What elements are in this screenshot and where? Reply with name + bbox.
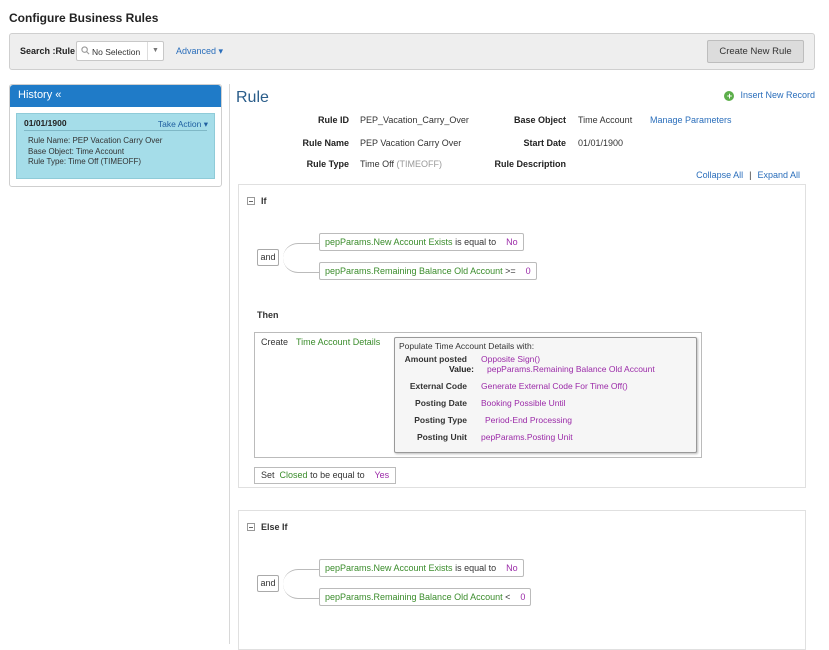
connector-lines [283,243,323,273]
start-date-label: Start Date [523,138,566,148]
condition-field: pepParams.New Account Exists [325,237,453,247]
collapse-icon[interactable] [247,197,255,205]
populate-value: pepParams.Posting Unit [481,432,573,442]
base-object-label: Base Object [513,115,566,125]
if-text: If [261,196,267,206]
condition-value: 0 [520,592,526,602]
populate-value: Booking Possible Until [481,398,566,408]
condition-field: pepParams.New Account Exists [325,563,453,573]
base-object-value: Time Account [578,115,633,125]
divider [24,130,207,131]
collapse-all-link[interactable]: Collapse All [696,170,743,180]
set-value: Yes [374,470,390,480]
collapse-expand-links: Collapse All | Expand All [696,170,800,180]
history-card[interactable]: 01/01/1900 Take Action ▾ Rule Name: PEP … [16,113,215,179]
condition-value: No [506,237,518,247]
rule-selector[interactable]: No Selection ▼ [76,41,164,61]
if-panel: If and pepParams.New Account Exists is e… [238,184,806,488]
populate-key: Posting Date [415,398,467,408]
if-condition-1[interactable]: pepParams.New Account Exists is equal to… [319,233,524,251]
connector-lines [283,569,323,599]
else-if-and-operator[interactable]: and [257,575,279,592]
populate-key: Amount posted [404,354,467,364]
advanced-label: Advanced [176,46,217,56]
populate-title: Populate Time Account Details with: [399,341,535,351]
manage-parameters-link[interactable]: Manage Parameters [650,115,732,125]
start-date-field: Start Date 01/01/1900 [230,138,650,150]
base-object-field: Base Object Time Account [230,115,650,127]
else-if-label[interactable]: Else If [247,522,288,532]
condition-op: < [505,592,511,602]
set-text: Set [261,470,275,480]
rule-detail: Rule + Insert New Record Rule ID PEP_Vaca… [230,84,815,650]
populate-box: Populate Time Account Details with: Amou… [394,337,697,453]
else-if-condition-1[interactable]: pepParams.New Account Exists is equal to… [319,559,524,577]
create-new-rule-button[interactable]: Create New Rule [707,40,804,63]
populate-value: Period-End Processing [485,415,572,425]
populate-value: pepParams.Remaining Balance Old Account [487,364,655,374]
condition-value: No [506,563,518,573]
populate-value: Generate External Code For Time Off() [481,381,628,391]
condition-op: is equal to [455,237,497,247]
populate-key: Value: [448,364,474,374]
if-label[interactable]: If [247,196,267,206]
caret-down-icon: ▾ [203,119,208,129]
populate-key: Posting Unit [416,432,467,442]
if-condition-2[interactable]: pepParams.Remaining Balance Old Account … [319,262,537,280]
history-header[interactable]: History « [10,85,221,107]
set-action[interactable]: Set Closed to be equal to Yes [254,467,397,484]
insert-new-record-link[interactable]: + Insert New Record [724,90,815,101]
populate-value: Opposite Sign() [481,354,541,364]
advanced-link[interactable]: Advanced ▾ [176,46,223,57]
condition-field: pepParams.Remaining Balance Old Account [325,592,503,602]
history-base-object: Base Object: Time Account [28,146,125,156]
create-action[interactable]: Create Time Account Details Populate Tim… [254,332,702,458]
if-and-operator[interactable]: and [257,249,279,266]
populate-key: External Code [409,381,467,391]
page-title: Configure Business Rules [9,11,159,25]
history-rule-name: Rule Name: PEP Vacation Carry Over [28,136,163,145]
take-action-button[interactable]: Take Action ▾ [158,119,208,130]
else-if-text: Else If [261,522,288,532]
populate-key: Posting Type [414,415,467,425]
start-date-value: 01/01/1900 [578,138,624,148]
history-rule-type: Rule Type: Time Off (TIMEOFF) [28,157,142,166]
separator: | [749,170,752,180]
create-text: Create [261,337,289,347]
expand-all-link[interactable]: Expand All [757,170,800,180]
set-field: Closed [279,470,308,480]
take-action-label: Take Action [157,119,202,129]
condition-op: is equal to [455,563,497,573]
rule-description-field: Rule Description [230,159,650,171]
search-bar: Search :Rule No Selection ▼ Advanced ▾ C… [9,33,815,70]
insert-new-record-label: Insert New Record [740,90,815,100]
plus-icon: + [724,91,735,101]
search-label: Search :Rule [20,46,76,56]
create-target: Time Account Details [296,337,381,347]
condition-value: 0 [525,266,531,276]
history-panel: History « 01/01/1900 Take Action ▾ Rule … [9,84,222,187]
condition-op: >= [505,266,516,276]
collapse-icon[interactable] [247,523,255,531]
else-if-condition-2[interactable]: pepParams.Remaining Balance Old Account … [319,588,532,606]
rule-title: Rule [236,89,269,106]
chevron-down-icon[interactable]: ▼ [147,42,163,60]
else-if-panel: Else If and pepParams.New Account Exists… [238,510,806,650]
then-label: Then [257,310,279,320]
caret-down-icon: ▾ [218,46,224,56]
search-icon [81,46,90,55]
set-op: to be equal to [310,470,365,480]
rule-selector-value: No Selection [92,47,141,57]
condition-field: pepParams.Remaining Balance Old Account [325,266,503,276]
rule-description-label: Rule Description [494,159,566,169]
